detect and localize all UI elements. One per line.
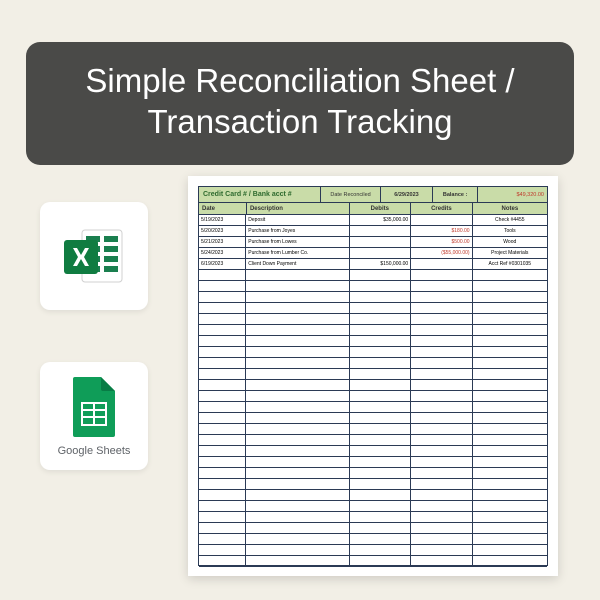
cell-notes: Tools [473,226,547,236]
cell-date: 5/19/2023 [199,215,246,225]
table-row-empty [199,413,547,424]
cell-notes: Check #4455 [473,215,547,225]
table-row-empty [199,303,547,314]
cell-date: 6/19/2023 [199,259,246,269]
table-row-empty [199,501,547,512]
google-sheets-icon-card: Google Sheets [40,362,148,470]
spreadsheet-grid: Credit Card # / Bank acct # Date Reconci… [198,186,548,566]
google-sheets-icon [69,375,119,439]
date-reconciled-label: Date Reconciled [321,187,381,202]
table-row-empty [199,512,547,523]
table-row-empty [199,347,547,358]
cell-description: Purchase from Joyes [246,226,350,236]
header-date: Date [199,203,247,214]
title-banner: Simple Reconciliation Sheet / Transactio… [26,42,574,165]
table-row-empty [199,325,547,336]
cell-debit [350,248,411,258]
rows-container: 5/19/2023Deposit$35,000.00Check #44555/2… [199,215,547,567]
header-description: Description [247,203,350,214]
google-sheets-label: Google Sheets [58,445,131,457]
table-row-empty [199,545,547,556]
table-row-empty [199,556,547,567]
cell-credit [411,215,472,225]
cell-description: Client Down Payment [246,259,350,269]
cell-date: 5/24/2023 [199,248,246,258]
table-row: 5/21/2023Purchase from Lowes $500.00Wood [199,237,547,248]
header-debits: Debits [350,203,412,214]
spreadsheet-preview: Credit Card # / Bank acct # Date Reconci… [188,176,558,576]
excel-icon [60,222,128,290]
cell-credit: $500.00 [411,237,472,247]
cell-description: Purchase from Lumber Co. [246,248,350,258]
table-row-empty [199,479,547,490]
cell-date: 5/20/2023 [199,226,246,236]
table-row-empty [199,336,547,347]
cell-notes: Project Materials [473,248,547,258]
header-notes: Notes [473,203,547,214]
table-row-empty [199,435,547,446]
table-row-empty [199,281,547,292]
table-row-empty [199,358,547,369]
table-row-empty [199,314,547,325]
table-row-empty [199,490,547,501]
table-row: 5/24/2023Purchase from Lumber Co. ($55,00… [199,248,547,259]
balance-label: Balance : [433,187,478,202]
table-row: 5/19/2023Deposit$35,000.00 Check #4455 [199,215,547,226]
column-headers: Date Description Debits Credits Notes [199,203,547,215]
cell-credit: ($55,000.00) [411,248,472,258]
cell-date: 5/21/2023 [199,237,246,247]
sheet-account-title: Credit Card # / Bank acct # [199,187,321,202]
header-credits: Credits [411,203,473,214]
table-row-empty [199,380,547,391]
table-row: 6/19/2023Client Down Payment$150,000.00 A… [199,259,547,270]
balance-value: $49,320.00 [478,187,547,202]
table-row-empty [199,270,547,281]
table-row-empty [199,292,547,303]
cell-debit [350,226,411,236]
table-row-empty [199,402,547,413]
table-row: 5/20/2023Purchase from Joyes $180.00Tools [199,226,547,237]
cell-debit: $150,000.00 [350,259,411,269]
table-row-empty [199,468,547,479]
table-row-empty [199,369,547,380]
cell-debit [350,237,411,247]
excel-icon-card [40,202,148,310]
cell-description: Purchase from Lowes [246,237,350,247]
banner-title: Simple Reconciliation Sheet / Transactio… [50,60,550,143]
table-row-empty [199,457,547,468]
cell-credit: $180.00 [411,226,472,236]
table-row-empty [199,424,547,435]
table-row-empty [199,523,547,534]
cell-notes: Wood [473,237,547,247]
table-row-empty [199,534,547,545]
cell-description: Deposit [246,215,350,225]
cell-notes: Acct Ref #0301035 [473,259,547,269]
table-row-empty [199,391,547,402]
table-row-empty [199,446,547,457]
sheet-title-row: Credit Card # / Bank acct # Date Reconci… [199,187,547,203]
date-reconciled-value: 6/29/2023 [381,187,433,202]
cell-debit: $35,000.00 [350,215,411,225]
cell-credit [411,259,472,269]
